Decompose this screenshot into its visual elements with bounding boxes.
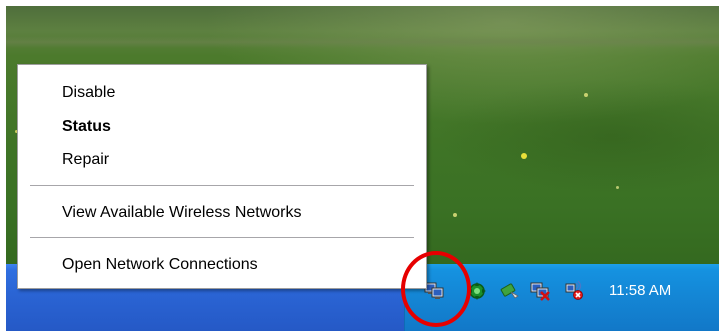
wallpaper-flower <box>584 93 588 97</box>
menu-item-repair[interactable]: Repair <box>62 151 109 169</box>
menu-item-disable[interactable]: Disable <box>62 84 115 102</box>
wallpaper-flower <box>616 186 619 189</box>
menu-item-view-wireless-networks[interactable]: View Available Wireless Networks <box>62 204 302 222</box>
wallpaper-flower <box>521 153 527 159</box>
wireless-disconnected-icon[interactable] <box>564 280 584 300</box>
safely-remove-hardware-icon[interactable] <box>500 280 520 300</box>
taskbar-clock[interactable]: 11:58 AM <box>609 282 671 299</box>
network-context-menu: Disable Status Repair View Available Wir… <box>17 64 427 289</box>
menu-item-open-network-connections[interactable]: Open Network Connections <box>62 256 258 274</box>
wallpaper-flower <box>453 213 457 217</box>
menu-separator <box>30 237 414 239</box>
highlight-circle <box>401 251 471 327</box>
menu-item-status[interactable]: Status <box>62 118 111 136</box>
network-disconnected-icon[interactable] <box>530 281 550 301</box>
menu-separator <box>30 185 414 187</box>
